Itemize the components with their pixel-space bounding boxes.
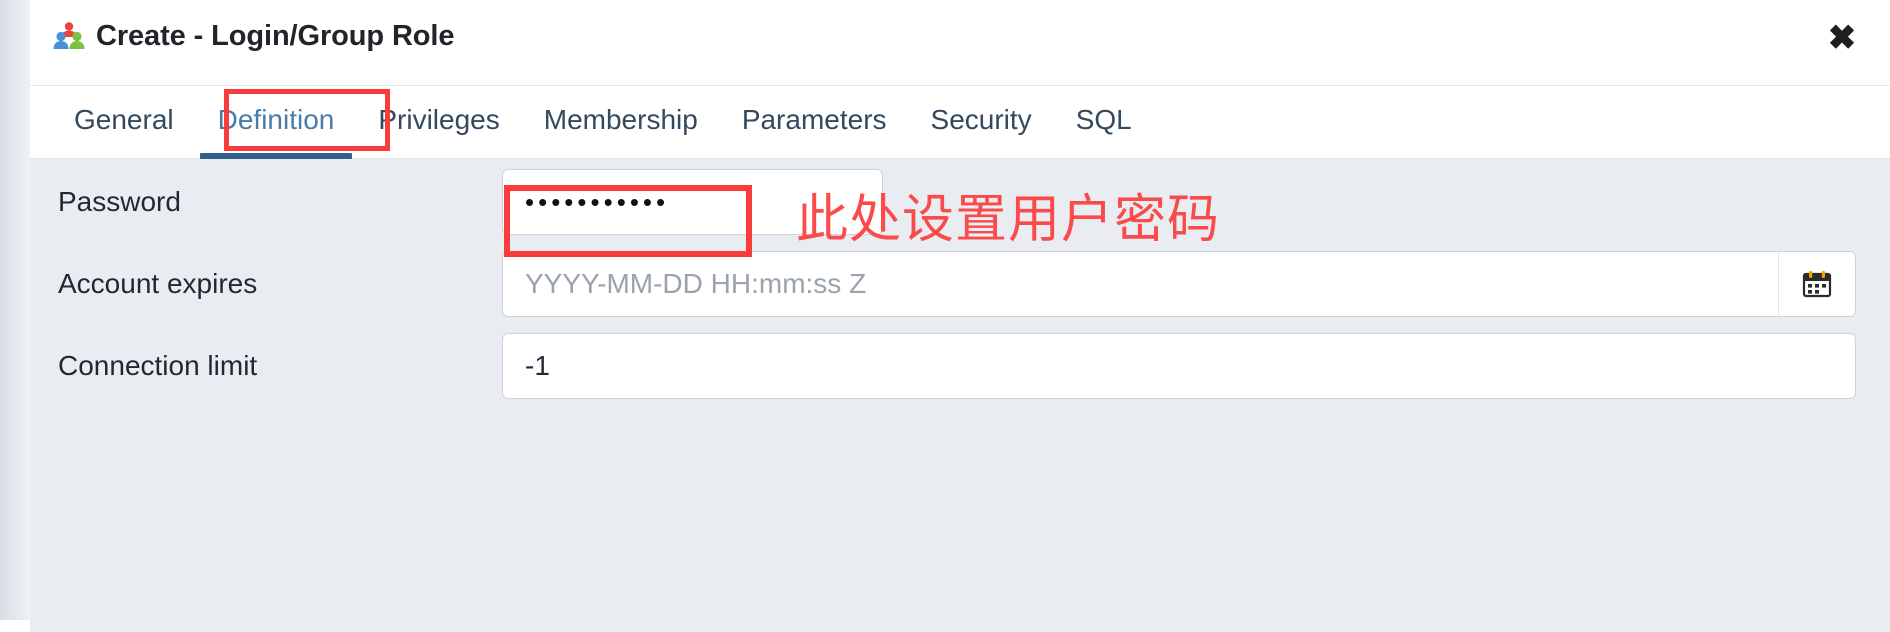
calendar-icon: [1802, 269, 1832, 299]
connection-limit-input[interactable]: [502, 333, 1856, 399]
dialog-titlebar: Create - Login/Group Role ✖: [30, 0, 1890, 86]
create-role-dialog: Create - Login/Group Role ✖ General Defi…: [30, 0, 1890, 632]
dialog-title: Create - Login/Group Role: [96, 19, 455, 52]
account-expires-label: Account expires: [58, 268, 258, 299]
calendar-picker-button[interactable]: [1778, 251, 1856, 317]
tab-definition[interactable]: Definition: [196, 86, 357, 160]
window-left-gutter: [0, 0, 30, 620]
form-row-password: Password: [30, 169, 1890, 235]
group-role-icon: [52, 19, 86, 53]
connection-limit-label: Connection limit: [58, 350, 258, 381]
tab-bar: General Definition Privileges Membership…: [30, 86, 1890, 160]
tab-general[interactable]: General: [52, 86, 196, 156]
account-expires-input[interactable]: [502, 251, 1778, 317]
dialog-title-group: Create - Login/Group Role: [52, 19, 455, 53]
form-row-connection-limit: Connection limit: [30, 333, 1890, 399]
password-input[interactable]: [502, 169, 883, 235]
close-icon[interactable]: ✖: [1822, 18, 1862, 58]
tab-sql[interactable]: SQL: [1054, 86, 1154, 156]
tab-parameters[interactable]: Parameters: [720, 86, 909, 156]
account-expires-field-shell: [502, 251, 1856, 317]
password-field-shell: [502, 169, 883, 235]
connection-limit-field-shell: [502, 333, 1856, 399]
form-row-account-expires: Account expires: [30, 251, 1890, 317]
definition-tab-panel: Password Account expires: [30, 159, 1890, 632]
tab-membership[interactable]: Membership: [522, 86, 720, 156]
screenshot-root: Create - Login/Group Role ✖ General Defi…: [0, 0, 1890, 632]
tab-privileges[interactable]: Privileges: [356, 86, 521, 156]
password-label: Password: [58, 186, 181, 217]
tab-security[interactable]: Security: [909, 86, 1054, 156]
